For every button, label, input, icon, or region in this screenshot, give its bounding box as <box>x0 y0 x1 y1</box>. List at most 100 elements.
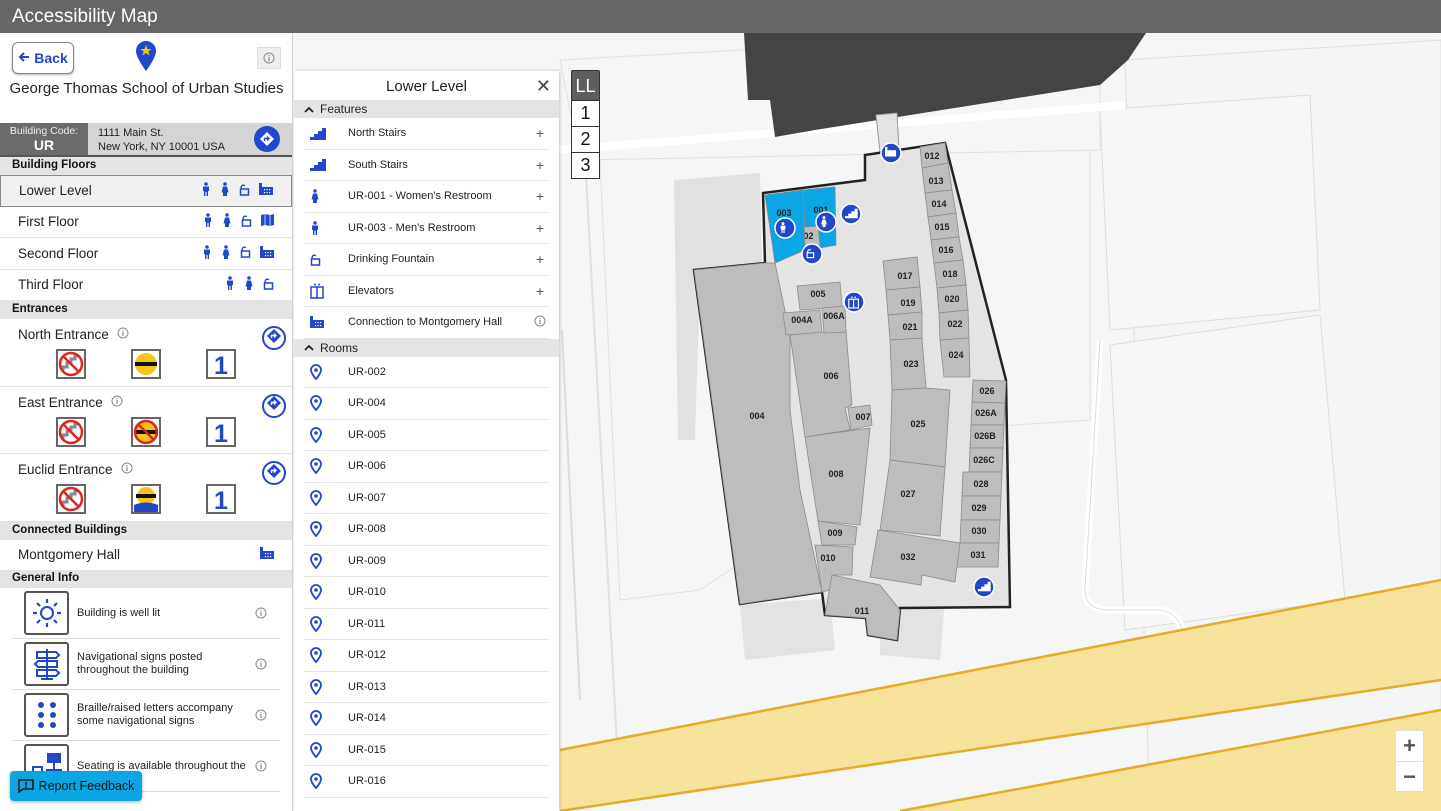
floor-amenity-icons <box>225 276 274 293</box>
info-icon[interactable] <box>121 462 133 477</box>
room-item[interactable]: UR-012 <box>304 640 549 672</box>
map-mens-restroom-marker[interactable] <box>774 217 796 239</box>
room-item[interactable]: UR-006 <box>304 451 549 483</box>
room-item[interactable]: UR-014 <box>304 703 549 735</box>
entrance-directions-button[interactable] <box>262 393 286 418</box>
entrance-directions-button[interactable] <box>262 326 286 350</box>
close-icon[interactable]: ✕ <box>536 76 551 97</box>
room-item[interactable]: UR-016 <box>304 766 549 798</box>
room-item[interactable]: UR-009 <box>304 546 549 577</box>
panel-header: Lower Level ✕ <box>294 71 559 100</box>
feature-item[interactable]: South Stairs + <box>304 150 549 181</box>
feedback-icon <box>17 779 34 793</box>
expand-plus-icon[interactable]: + <box>531 125 549 141</box>
room-item[interactable]: UR-011 <box>304 609 549 640</box>
room-item[interactable]: UR-007 <box>304 483 549 514</box>
floor-item[interactable]: Second Floor <box>0 238 292 270</box>
floor-amenity-icons <box>201 182 273 199</box>
expand-plus-icon[interactable]: + <box>531 157 549 173</box>
entrance-directions-button[interactable] <box>262 461 286 485</box>
room-item[interactable]: UR-008 <box>304 514 549 546</box>
general-info-item: Braille/raised letters accompany some na… <box>12 690 280 741</box>
map-room-label: 026B <box>974 431 996 441</box>
chevron-up-icon <box>304 106 314 113</box>
map-elevator-marker[interactable] <box>843 291 865 313</box>
location-pin-logo-icon <box>136 41 156 71</box>
feature-item[interactable]: Elevators + <box>304 276 549 307</box>
building-sidebar[interactable]: Back George Thomas School of Urban Studi… <box>0 33 293 811</box>
map-room-label: 026A <box>975 408 997 418</box>
features-section-header[interactable]: Features <box>294 100 559 118</box>
automatic-door-badge-icon <box>131 349 161 379</box>
room-item[interactable]: UR-005 <box>304 420 549 451</box>
room-item[interactable]: UR-004 <box>304 388 549 420</box>
room-label: UR-005 <box>348 428 386 441</box>
feature-item[interactable]: Drinking Fountain + <box>304 244 549 276</box>
building-info-button[interactable] <box>257 47 281 69</box>
floor-item[interactable]: First Floor <box>0 207 292 238</box>
floor-item[interactable]: Lower Level <box>0 175 292 207</box>
directions-button[interactable] <box>254 126 280 152</box>
room-item[interactable]: UR-010 <box>304 577 549 609</box>
directions-icon <box>260 132 274 146</box>
womens-restroom-icon <box>310 189 334 204</box>
expand-plus-icon[interactable]: + <box>531 220 549 236</box>
info-icon[interactable] <box>111 395 123 410</box>
entrance-badges: 1 <box>56 484 236 514</box>
zoom-control: + − <box>1395 730 1424 792</box>
info-icon[interactable] <box>255 657 267 675</box>
floor-switch-1[interactable]: 1 <box>571 100 600 127</box>
info-icon[interactable] <box>255 759 267 777</box>
floor-switch-3[interactable]: 3 <box>571 152 600 179</box>
floor-switch-2[interactable]: 2 <box>571 126 600 153</box>
map-womens-restroom-marker[interactable] <box>815 211 837 233</box>
automatic-door-with-ramp-badge-icon <box>131 484 161 514</box>
feature-item[interactable]: North Stairs + <box>304 118 549 150</box>
map-connection-marker[interactable] <box>880 142 902 164</box>
map-room-label: 019 <box>900 298 915 308</box>
floor-name: Lower Level <box>19 183 92 199</box>
room-item[interactable]: UR-002 <box>304 357 549 388</box>
map-south-stairs-marker[interactable] <box>973 576 995 598</box>
expand-plus-icon[interactable]: + <box>531 251 549 267</box>
building-connection-icon <box>260 547 274 562</box>
map-room-label: 005 <box>810 289 825 299</box>
feature-item[interactable]: Connection to Montgomery Hall <box>304 307 549 339</box>
svg-text:1: 1 <box>214 487 228 512</box>
zoom-out-button[interactable]: − <box>1396 762 1423 792</box>
room-item[interactable]: UR-015 <box>304 735 549 766</box>
report-feedback-button[interactable]: Report Feedback <box>10 771 142 801</box>
stairs-icon <box>310 127 334 140</box>
floor-item[interactable]: Third Floor <box>0 270 292 301</box>
feature-item[interactable]: UR-003 - Men's Restroom + <box>304 213 549 244</box>
directions-icon <box>266 395 282 416</box>
map-north-stairs-marker[interactable] <box>840 203 862 225</box>
info-icon[interactable] <box>255 606 267 624</box>
connected-building-item[interactable]: Montgomery Hall <box>0 540 292 570</box>
floor-1-badge-icon: 1 <box>206 484 236 514</box>
room-label: UR-002 <box>348 365 386 378</box>
rooms-section-header[interactable]: Rooms <box>294 338 559 357</box>
expand-plus-icon[interactable]: + <box>531 283 549 299</box>
map-drinking-fountain-marker[interactable] <box>801 243 823 265</box>
info-icon[interactable] <box>255 708 267 726</box>
floor-name: Third Floor <box>18 277 84 293</box>
general-info-header: General Info <box>0 569 292 588</box>
stairs-icon <box>310 158 334 172</box>
building-address: 1111 Main St. New York, NY 10001 USA <box>88 123 254 155</box>
zoom-in-button[interactable]: + <box>1396 731 1423 761</box>
womens-restroom-icon <box>222 213 232 230</box>
floor-details-panel[interactable]: Lower Level ✕ Features North Stairs + Sout… <box>294 71 559 811</box>
elevator-icon <box>310 283 334 299</box>
info-icon[interactable] <box>117 327 129 342</box>
expand-plus-icon[interactable]: + <box>531 188 549 204</box>
back-button[interactable]: Back <box>12 42 74 74</box>
location-pin-icon <box>310 584 334 601</box>
info-icon[interactable] <box>531 314 549 330</box>
room-item[interactable]: UR-013 <box>304 672 549 703</box>
floor-switch-ll[interactable]: LL <box>571 70 600 101</box>
location-pin-icon <box>310 363 334 380</box>
svg-text:1: 1 <box>214 420 228 445</box>
location-pin-icon <box>310 678 334 695</box>
feature-item[interactable]: UR-001 - Women's Restroom + <box>304 181 549 213</box>
